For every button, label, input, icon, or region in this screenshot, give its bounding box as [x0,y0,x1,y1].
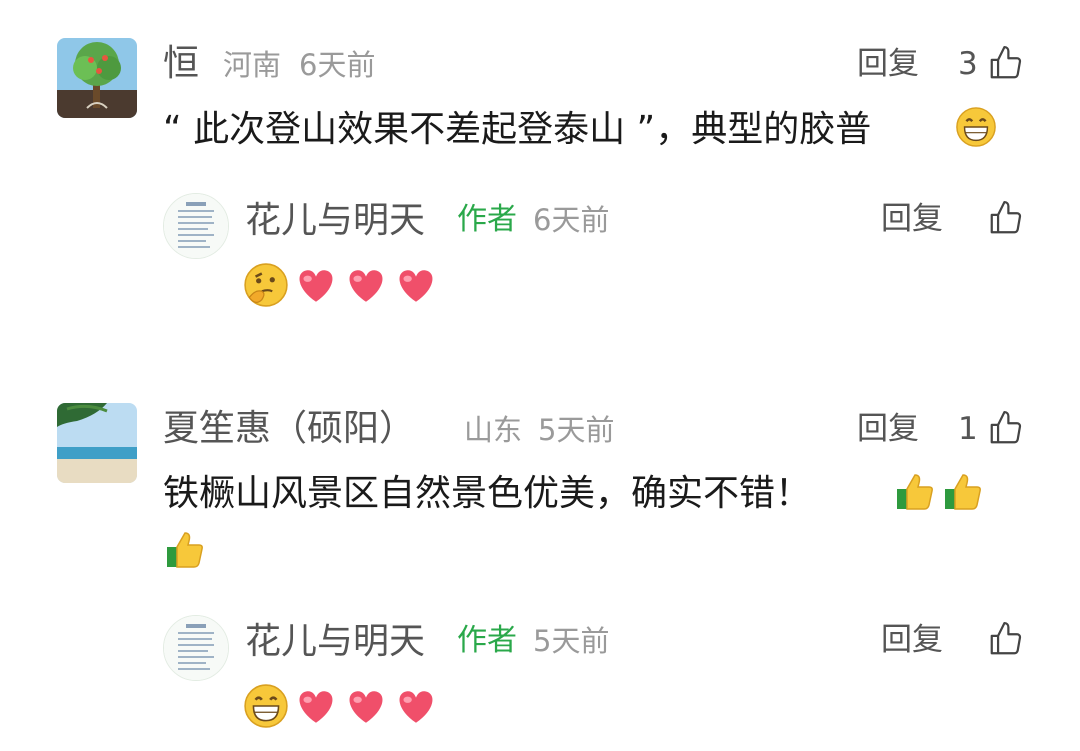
reply-username[interactable]: 花儿与明天 [245,203,425,239]
reply-time: 6天前 [533,203,610,237]
reply-button[interactable]: 回复 [857,414,919,445]
author-badge: 作者 [457,623,517,658]
comment-username[interactable]: 恒 [163,46,199,82]
avatar[interactable] [163,193,229,259]
heart-emoji [349,270,383,302]
thumbs-up-emoji [167,532,203,568]
like-button[interactable] [987,199,1025,237]
heart-emoji [299,691,333,723]
avatar[interactable] [163,615,229,681]
comment-text: “ 此次登山效果不差起登泰山 ”，典型的胶普 [163,112,871,148]
like-count: 1 [958,411,978,447]
like-button[interactable] [987,44,1025,82]
comment-username[interactable]: 夏笙惠（硕阳） [163,411,415,447]
grin-icon [956,107,996,147]
comment-location: 山东 [464,413,523,447]
thinking-emoji [244,263,288,307]
thumbs-up-outline-icon [990,622,1022,655]
grin-emoji [955,106,997,148]
comment-time: 5天前 [538,413,615,447]
reply-button[interactable]: 回复 [881,204,943,235]
heart-emoji [299,270,333,302]
document-avatar-icon [164,616,228,680]
beach-avatar-icon [57,403,137,483]
reply-username[interactable]: 花儿与明天 [245,624,425,660]
thumbs-up-emoji [897,474,933,510]
avatar[interactable] [57,403,137,483]
tree-avatar-icon [57,38,137,118]
author-badge: 作者 [457,202,517,237]
comment-text: 铁橛山风景区自然景色优美，确实不错！ [163,476,811,512]
heart-emoji [399,270,433,302]
thumbs-up-emoji-row [893,469,985,513]
like-count: 3 [958,46,978,82]
thumbs-up-emoji [945,474,981,510]
document-avatar-icon [164,194,228,258]
thumbs-up-outline-icon [990,46,1022,79]
like-button[interactable] [987,620,1025,658]
comment-text-content: 铁橛山风景区自然景色优美，确实不错！ [163,473,812,514]
comment-location: 河南 [223,48,282,82]
reply-emoji-row [243,262,439,308]
like-button[interactable] [987,409,1025,447]
reply-button[interactable]: 回复 [857,49,919,80]
grin-emoji [244,684,288,728]
thumbs-up-outline-icon [990,411,1022,444]
comment-text-content: “ 此次登山效果不差起登泰山 ”，典型的胶普 [163,109,872,150]
reply-button[interactable]: 回复 [881,625,943,656]
reply-emoji-row [243,683,439,729]
thumbs-up-outline-icon [990,201,1022,234]
comment-time: 6天前 [299,48,376,82]
avatar[interactable] [57,38,137,118]
heart-emoji [399,691,433,723]
reply-time: 5天前 [533,624,610,658]
heart-emoji [349,691,383,723]
thumbs-up-emoji-row-2 [163,527,207,575]
